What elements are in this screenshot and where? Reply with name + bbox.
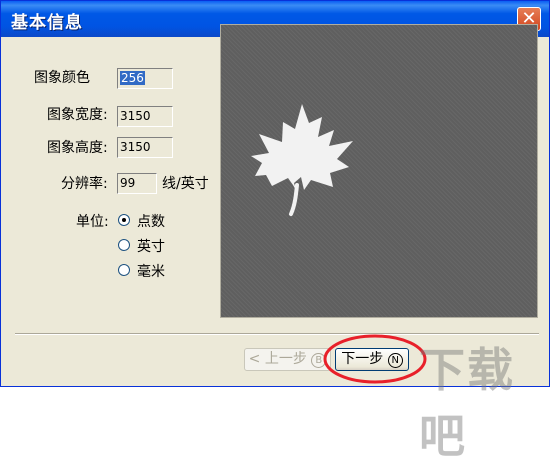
unit-option-inches[interactable]: 英寸 <box>118 236 198 255</box>
color-value: 256 <box>120 71 145 85</box>
radio-button[interactable] <box>118 214 130 226</box>
color-field[interactable]: 256 <box>117 68 173 89</box>
maple-leaf-icon <box>251 104 353 216</box>
unit-label: 单位: <box>76 214 109 230</box>
radio-button[interactable] <box>118 264 130 276</box>
resolution-label: 分辨率: <box>61 176 108 192</box>
image-preview <box>220 24 538 318</box>
radio-button[interactable] <box>118 239 130 251</box>
width-label: 图象宽度: <box>47 107 108 123</box>
red-circle-annotation <box>323 334 427 384</box>
watermark: 下载吧 <box>419 343 515 463</box>
resolution-unit: 线/英寸 <box>162 176 209 192</box>
resolution-field[interactable]: 99 <box>117 173 157 194</box>
width-field[interactable]: 3150 <box>117 106 173 127</box>
back-button-label: < 上一步 <box>248 351 307 367</box>
unit-option-points[interactable]: 点数 <box>118 211 198 230</box>
unit-option-mm[interactable]: 毫米 <box>118 261 198 280</box>
dialog-window: 基本信息 ✕ 图象颜色 256 图象宽度: 3150 图象高度: 3150 分辨… <box>0 0 550 463</box>
unit-option-label: 点数 <box>137 214 165 230</box>
window-title: 基本信息 <box>11 13 83 33</box>
back-button[interactable]: < 上一步 B <box>244 348 331 371</box>
height-field[interactable]: 3150 <box>117 137 173 158</box>
color-label: 图象颜色 <box>34 70 90 86</box>
radio-selected-dot <box>122 218 126 222</box>
unit-option-label: 英寸 <box>137 239 165 255</box>
height-label: 图象高度: <box>47 140 108 156</box>
unit-option-label: 毫米 <box>137 264 165 280</box>
